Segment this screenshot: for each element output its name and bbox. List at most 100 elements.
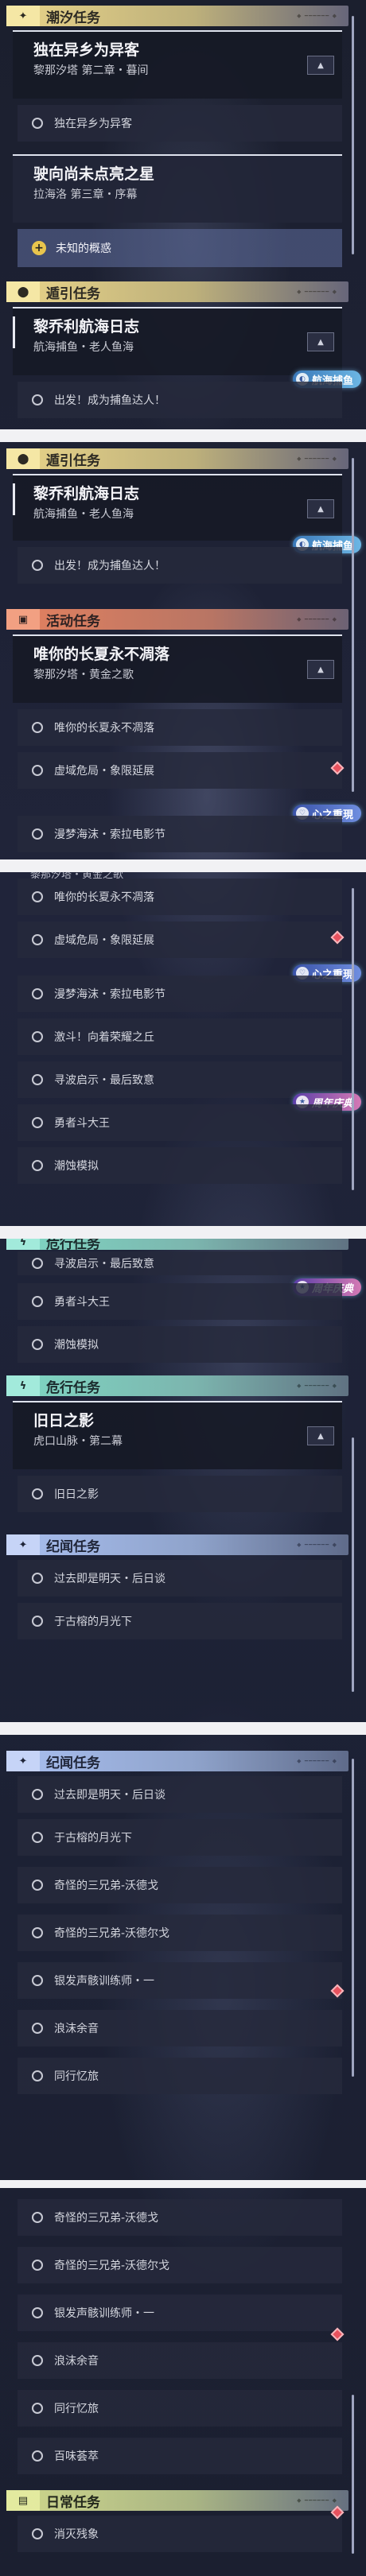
quest-row[interactable]: 寻波启示・最后致意 [18, 1061, 342, 1098]
section-header-guide-quests[interactable]: ⬤ 遁引任务 ◆ ━━━━━━ ◆ [6, 448, 348, 469]
scrollbar[interactable] [352, 2395, 354, 2554]
quest-row[interactable]: 于古榕的月光下 [18, 1603, 342, 1639]
map-pin-icon: ⬤ [6, 281, 40, 302]
hollow-circle-icon [32, 1160, 43, 1171]
collapse-chevron-icon[interactable]: ▲ [307, 499, 334, 518]
row-label: 于古榕的月光下 [54, 1832, 132, 1845]
hollow-circle-icon [32, 2307, 43, 2318]
hollow-circle-icon [32, 1339, 43, 1350]
quest-row[interactable]: 旧日之影 [18, 1476, 342, 1512]
quest-row[interactable]: 寻波启示・最后致意 [18, 1251, 342, 1275]
section-header-tale-quests[interactable]: ✦ 纪闻任务 ◆ ━━━━━━ ◆ [6, 1534, 348, 1555]
header-decoration: ◆ ━━━━━━ ◆ [297, 616, 337, 623]
quest-row[interactable]: 唯你的长夏永不凋落 [18, 709, 342, 746]
quest-row[interactable]: 奇怪的三兄弟-沃德尔戈 [18, 2247, 342, 2283]
hollow-circle-icon [32, 1488, 43, 1499]
quest-row[interactable]: 勇者斗大王 [18, 1104, 342, 1141]
hollow-circle-icon [32, 2528, 43, 2539]
hollow-circle-icon [32, 765, 43, 776]
quest-row[interactable]: 浪沫余音 [18, 2327, 345, 2379]
quest-title: 黎乔利航海日志 [33, 485, 140, 502]
section-header-guide-quests[interactable]: ⬤ 遁引任务 ◆ ━━━━━━ ◆ [6, 281, 348, 302]
section-header-danger-quests[interactable]: ϟ 危行任务 ◆ ━━━━━━ ◆ [6, 1375, 348, 1396]
hollow-circle-icon [32, 1789, 43, 1800]
quest-row[interactable]: 虚域危局・象限延展 [18, 752, 345, 789]
section-header-danger-quests-cut[interactable]: ϟ 危行任务 [6, 1239, 348, 1252]
row-label: 于古榕的月光下 [54, 1616, 132, 1628]
quest-subtitle: 黎那汐塔 第二章・暮间 [33, 64, 149, 77]
quest-row[interactable]: 同行忆旅 [18, 2390, 342, 2427]
section-title: 活动任务 [46, 613, 100, 630]
quest-row[interactable]: 奇怪的三兄弟-沃德戈 [18, 2199, 342, 2236]
row-label: 浪沫余音 [54, 2355, 99, 2368]
hollow-circle-icon [32, 1616, 43, 1627]
calendar-icon: ▣ [6, 609, 40, 630]
scrollbar[interactable] [352, 1759, 354, 2077]
row-label: 唯你的长夏永不凋落 [54, 891, 154, 904]
four-point-star-icon: ✦ [6, 1751, 40, 1771]
quest-row[interactable]: 唯你的长夏永不凋落 [18, 879, 342, 915]
row-label: 奇怪的三兄弟-沃德戈 [54, 1880, 159, 1892]
quest-card-unlit-star[interactable]: 驶向尚未点亮之星 拉海洛 第三章・序幕 [13, 154, 342, 223]
hollow-circle-icon [32, 1880, 43, 1891]
hollow-circle-icon [32, 118, 43, 129]
scrollbar[interactable] [352, 458, 354, 792]
hollow-circle-icon [32, 828, 43, 840]
section-header-tide-quests[interactable]: ✦ 潮汐任务 ◆ ━━━━━━ ◆ [6, 6, 348, 26]
quest-row[interactable]: 过去即是明天・后日谈 [18, 1560, 342, 1596]
row-label: 旧日之影 [54, 1488, 99, 1501]
quest-row[interactable]: 银发声骸训练师・一 [18, 2295, 342, 2331]
quest-row[interactable]: 浪沫余音 [18, 2010, 342, 2046]
quest-row[interactable]: 过去即是明天・后日谈 [18, 1776, 342, 1813]
quest-card-endless-summer[interactable]: 唯你的长夏永不凋落 黎那汐塔・黄金之歌 ▲ [13, 634, 342, 703]
section-header-tale-quests[interactable]: ✦ 纪闻任务 ◆ ━━━━━━ ◆ [6, 1751, 348, 1771]
quest-row[interactable]: 漫梦海沫・索拉电影节 [18, 816, 342, 852]
scrollbar[interactable] [352, 888, 354, 1190]
quest-card-alone-in-foreign-land[interactable]: 独在异乡为异客 黎那汐塔 第二章・暮间 ▲ [13, 30, 342, 99]
quest-title: 独在异乡为异客 [33, 41, 140, 59]
quest-card-navigation-log[interactable]: 黎乔利航海日志 航海捕鱼・老人鱼海 ▲ [13, 307, 342, 375]
collapse-chevron-icon[interactable]: ▲ [307, 1426, 334, 1445]
collapse-chevron-icon[interactable]: ▲ [307, 660, 334, 679]
quest-row[interactable]: 于古榕的月光下 [18, 1819, 342, 1856]
quest-subtitle: 航海捕鱼・老人鱼海 [33, 341, 134, 354]
unknown-confusion-row[interactable]: + 未知的概惑 [18, 229, 342, 267]
collapse-chevron-icon[interactable]: ▲ [307, 56, 334, 75]
section-title: 危行任务 [46, 1379, 100, 1396]
map-pin-icon: ⬤ [6, 448, 40, 469]
collapse-chevron-icon[interactable]: ▲ [307, 332, 334, 351]
quest-row[interactable]: 潮蚀模拟 [18, 1147, 342, 1184]
quest-row[interactable]: 银发声骸训练师・一 [18, 1962, 345, 1999]
row-label: 出发！成为捕鱼达人！ [54, 394, 165, 407]
quest-row[interactable]: 消灭残象 [18, 2505, 345, 2552]
screenshot-1: ✦ 潮汐任务 ◆ ━━━━━━ ◆ 独在异乡为异客 黎那汐塔 第二章・暮间 ▲ … [0, 0, 366, 429]
quest-row[interactable]: 勇者斗大王 [18, 1283, 342, 1320]
lightning-icon: ϟ [6, 1375, 40, 1396]
quest-row[interactable]: 百味荟萃 [18, 2438, 342, 2474]
section-title: 纪闻任务 [46, 1538, 100, 1555]
row-label: 过去即是明天・后日谈 [54, 1789, 165, 1802]
quest-row[interactable]: 奇怪的三兄弟-沃德尔戈 [18, 1915, 342, 1951]
row-label: 出发！成为捕鱼达人！ [54, 560, 165, 572]
quest-step-row[interactable]: 出发！成为捕鱼达人！ [18, 382, 342, 418]
screenshot-6: 奇怪的三兄弟-沃德戈 奇怪的三兄弟-沃德尔戈 银发声骸训练师・一 浪沫余音 同行… [0, 2188, 366, 2576]
hollow-circle-icon [32, 2023, 43, 2034]
row-label: 独在异乡为异客 [54, 118, 132, 130]
quest-row[interactable]: 虚域危局・象限延展 [18, 921, 345, 958]
hollow-circle-icon [32, 1074, 43, 1085]
section-header-daily-quests[interactable]: ▤ 日常任务 ◆ ━━━━━━ ◆ [6, 2490, 348, 2511]
quest-card-navigation-log[interactable]: 黎乔利航海日志 航海捕鱼・老人鱼海 ▲ [13, 474, 342, 541]
quest-step-row[interactable]: 独在异乡为异客 [18, 105, 342, 142]
quest-card-shadow-of-old[interactable]: 旧日之影 虎口山脉・第二幕 ▲ [13, 1401, 342, 1469]
quest-row[interactable]: 漫梦海沫・索拉电影节 [18, 976, 342, 1012]
section-header-event-quests[interactable]: ▣ 活动任务 ◆ ━━━━━━ ◆ [6, 609, 348, 630]
hollow-circle-icon [32, 2260, 43, 2271]
hollow-circle-icon [32, 394, 43, 405]
quest-row[interactable]: 潮蚀模拟 [18, 1326, 342, 1363]
quest-step-row[interactable]: 出发！成为捕鱼达人！ [18, 547, 342, 584]
quest-row[interactable]: 激斗！向着荣耀之丘 [18, 1018, 342, 1055]
quest-row[interactable]: 同行忆旅 [18, 2058, 342, 2094]
scrollbar[interactable] [352, 16, 354, 254]
quest-row[interactable]: 奇怪的三兄弟-沃德戈 [18, 1867, 342, 1903]
scrollbar[interactable] [352, 1437, 354, 1692]
